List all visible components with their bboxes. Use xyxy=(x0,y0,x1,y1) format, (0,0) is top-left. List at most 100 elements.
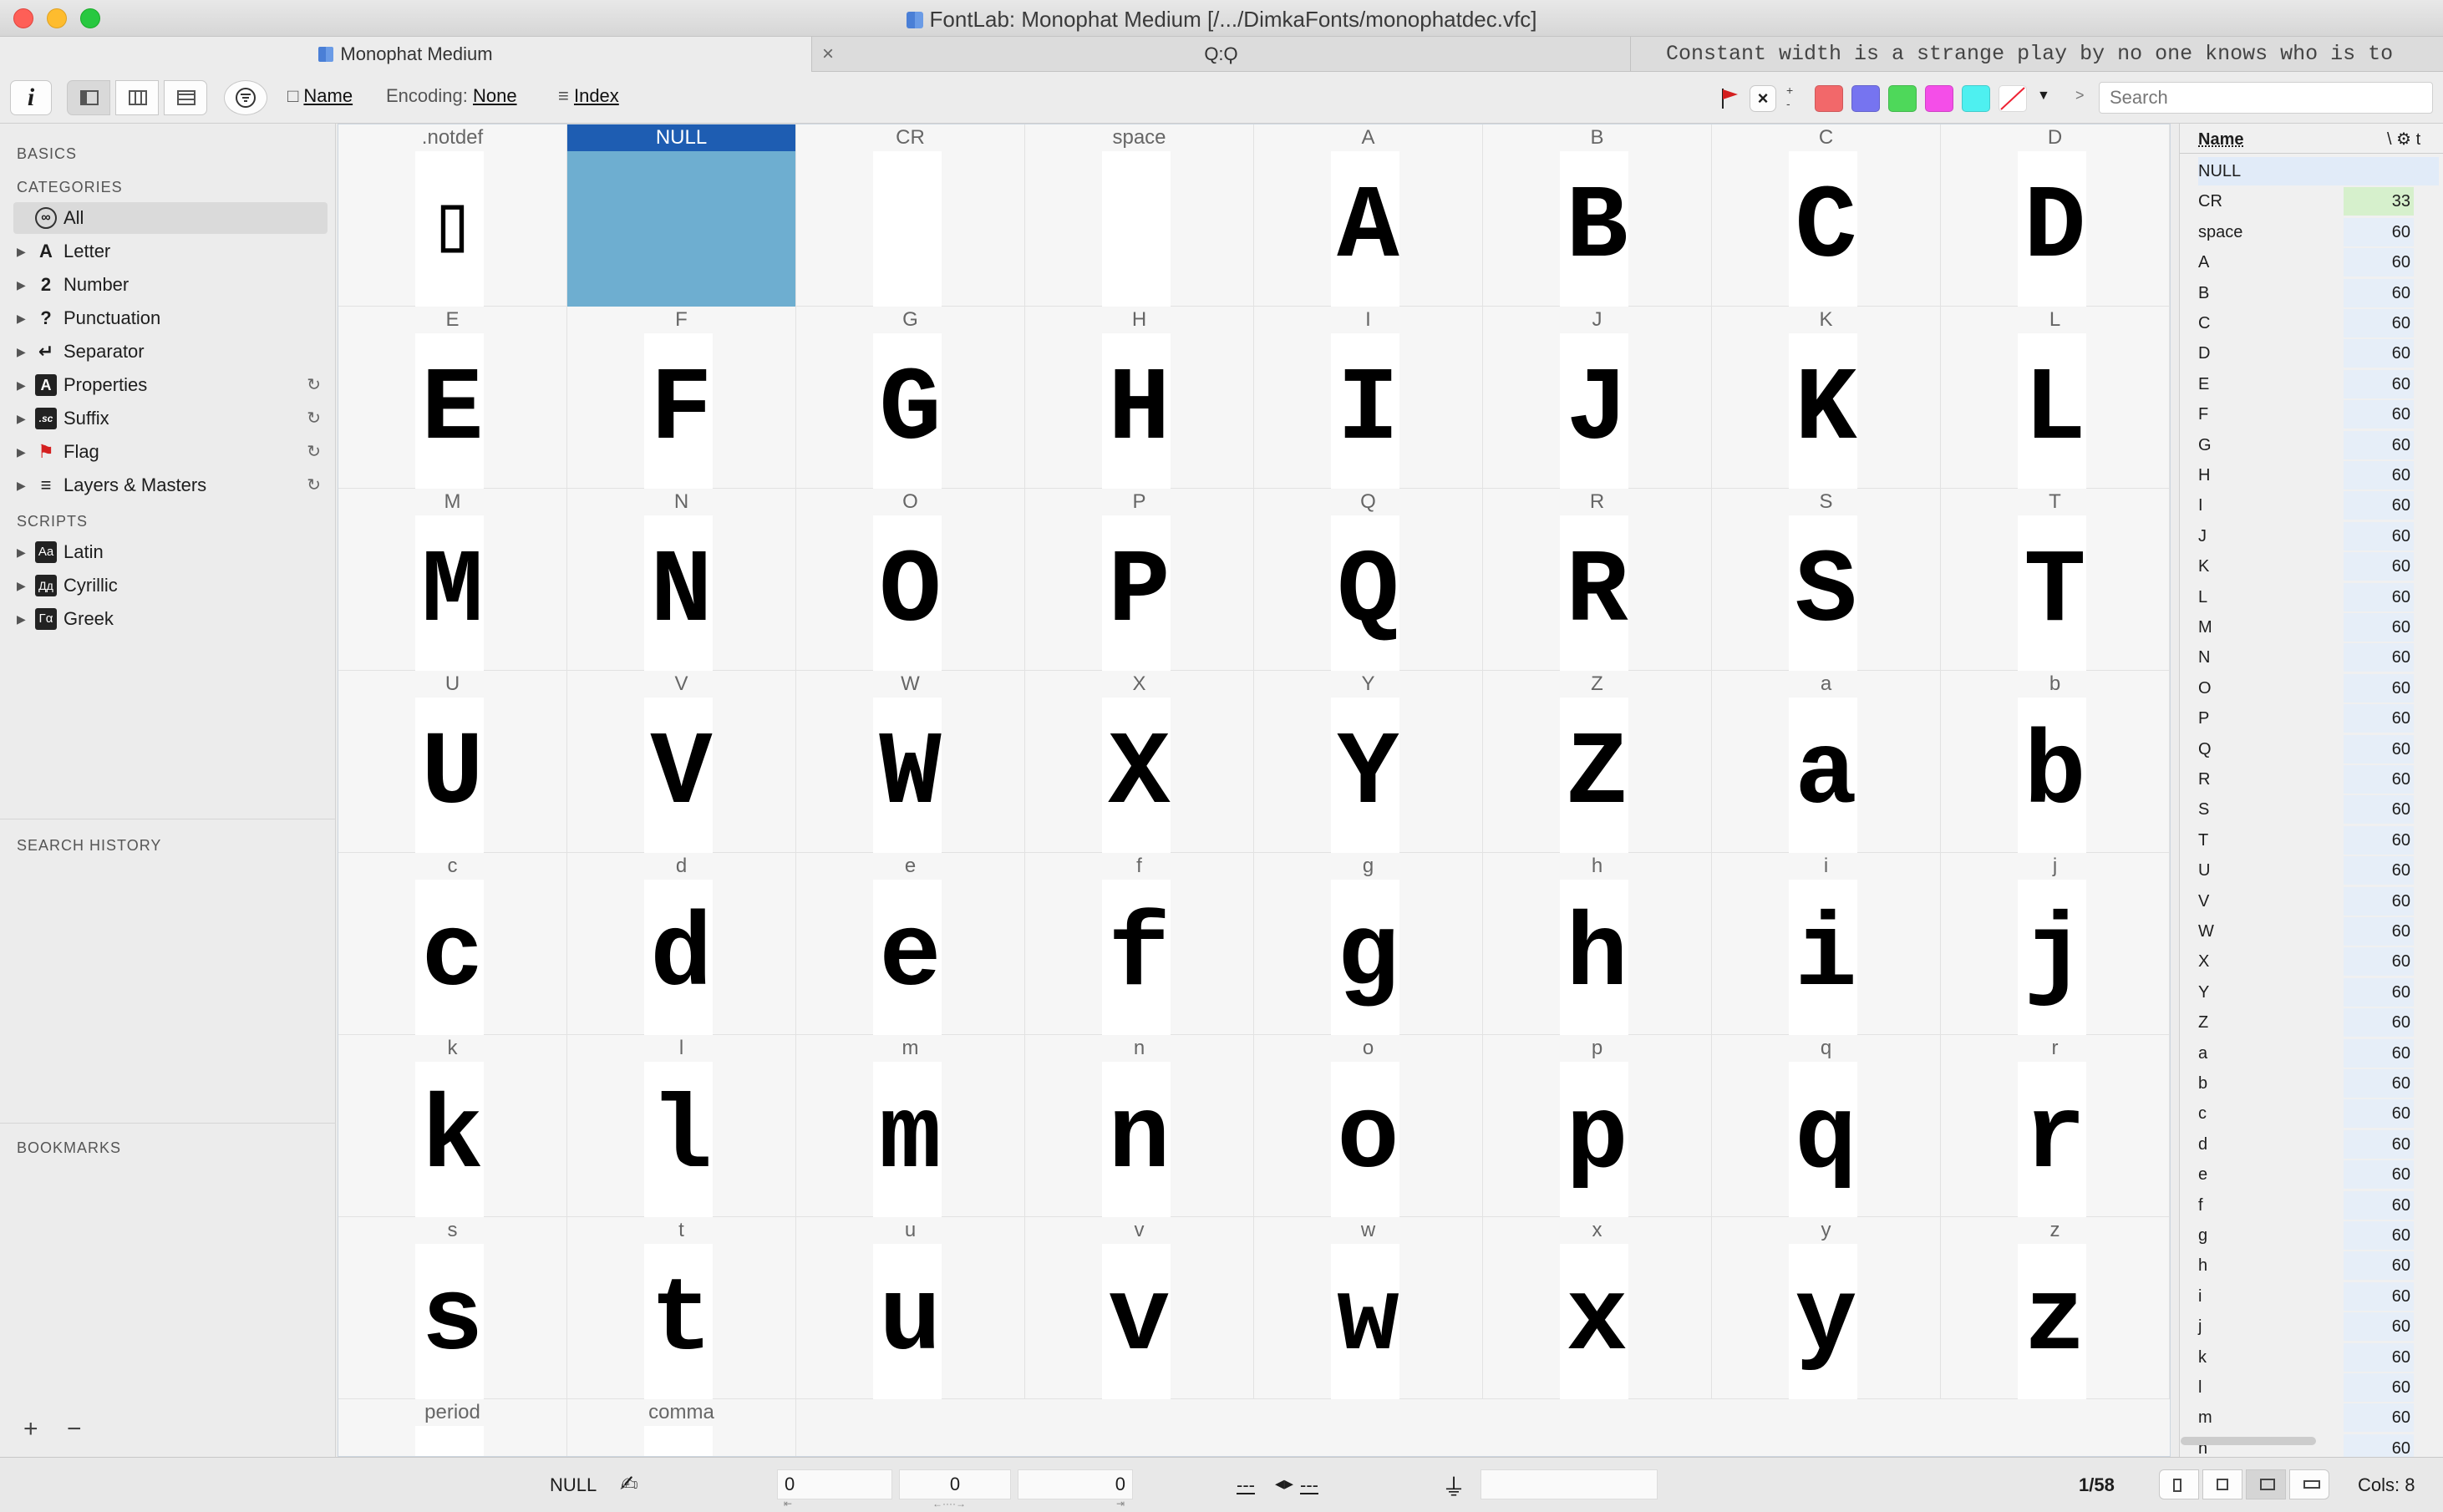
index-sort-selector[interactable]: ≡ Index xyxy=(558,85,619,107)
glyph-list-row[interactable]: P 60 xyxy=(2198,704,2439,733)
disclosure-triangle-icon[interactable]: ▶ xyxy=(17,436,26,468)
glyph-list-row[interactable]: e 60 xyxy=(2198,1160,2439,1190)
glyph-list-row[interactable]: Y 60 xyxy=(2198,977,2439,1007)
glyph-cell[interactable]: UU xyxy=(338,671,567,853)
columns-count[interactable]: Cols: 8 xyxy=(2358,1474,2415,1496)
mark-stepper[interactable]: + - xyxy=(1786,84,1793,110)
disclosure-triangle-icon[interactable]: ▶ xyxy=(17,369,26,401)
glyph-cell[interactable]: OO xyxy=(796,489,1025,671)
glyph-cell[interactable]: ll xyxy=(567,1035,796,1217)
filter-button[interactable] xyxy=(224,80,267,115)
glyph-cell[interactable]: oo xyxy=(1254,1035,1483,1217)
glyph-cell[interactable]: hh xyxy=(1483,853,1712,1035)
glyph-list-row[interactable]: A 60 xyxy=(2198,248,2439,277)
glyph-cell[interactable]: II xyxy=(1254,307,1483,489)
glyph-cell[interactable]: EE xyxy=(338,307,567,489)
glyph-cell[interactable]: dd xyxy=(567,853,796,1035)
mark-magenta-swatch[interactable] xyxy=(1925,85,1953,112)
glyph-list-row[interactable]: O 60 xyxy=(2198,673,2439,703)
glyph-cell[interactable]: rr xyxy=(1941,1035,2170,1217)
glyph-cell[interactable]: tt xyxy=(567,1217,796,1399)
disclosure-triangle-icon[interactable]: ▶ xyxy=(17,469,26,501)
glyph-cell[interactable]: vv xyxy=(1025,1217,1254,1399)
glyph-list-row[interactable]: K 60 xyxy=(2198,552,2439,581)
tab-text-preview[interactable]: Constant width is a strange play by no o… xyxy=(1631,37,2443,72)
glyph-cell[interactable]: GG xyxy=(796,307,1025,489)
glyph-cell[interactable]: aa xyxy=(1712,671,1941,853)
glyph-list-row[interactable]: m 60 xyxy=(2198,1403,2439,1433)
glyph-cell[interactable]: FF xyxy=(567,307,796,489)
glyph-list-row[interactable]: CR 33 xyxy=(2198,187,2439,216)
glyph-cell[interactable]: ww xyxy=(1254,1217,1483,1399)
sidebar-item-suffix[interactable]: ▶ .sc Suffix ↻ xyxy=(13,403,328,434)
glyph-cell[interactable]: jj xyxy=(1941,853,2170,1035)
sidebar-item-flag[interactable]: ▶ ⚑ Flag ↻ xyxy=(13,436,328,468)
encoding-selector[interactable]: Encoding: None xyxy=(386,85,517,107)
glyph-cell[interactable]: uu xyxy=(796,1217,1025,1399)
glyph-cell[interactable]: VV xyxy=(567,671,796,853)
note-field[interactable] xyxy=(1481,1469,1658,1499)
glyph-list-row[interactable]: R 60 xyxy=(2198,765,2439,794)
close-tab-icon[interactable]: × xyxy=(822,37,834,72)
glyph-list-row[interactable]: E 60 xyxy=(2198,369,2439,398)
glyph-list-row[interactable]: G 60 xyxy=(2198,430,2439,459)
glyph-cell[interactable]: HH xyxy=(1025,307,1254,489)
glyph-cell[interactable]: zz xyxy=(1941,1217,2170,1399)
glyph-list-row[interactable]: i 60 xyxy=(2198,1281,2439,1311)
glyph-list-row[interactable]: Q 60 xyxy=(2198,734,2439,764)
sidebar-item-layers-masters[interactable]: ▶ ≡ Layers & Masters ↻ xyxy=(13,469,328,501)
edit-glyph-icon[interactable]: ✍ xyxy=(620,1471,638,1497)
disclosure-triangle-icon[interactable]: ▶ xyxy=(17,269,26,301)
glyph-cell[interactable]: period xyxy=(338,1399,567,1456)
glyph-cell[interactable]: RR xyxy=(1483,489,1712,671)
cell-size-large-button[interactable] xyxy=(2246,1469,2286,1499)
mark-none-swatch[interactable] xyxy=(1999,85,2027,112)
more-chevron-icon[interactable]: > xyxy=(2075,87,2085,104)
glyph-list-row[interactable]: C 60 xyxy=(2198,309,2439,337)
cell-size-small-button[interactable] xyxy=(2159,1469,2199,1499)
glyph-list-row[interactable]: V 60 xyxy=(2198,886,2439,916)
glyph-cell[interactable]: TT xyxy=(1941,489,2170,671)
reset-icon[interactable]: ↻ xyxy=(307,436,321,468)
cell-size-medium-button[interactable] xyxy=(2202,1469,2242,1499)
glyph-cell[interactable]: pp xyxy=(1483,1035,1712,1217)
glyph-cell[interactable]: xx xyxy=(1483,1217,1712,1399)
search-input[interactable]: Search xyxy=(2099,82,2433,114)
glyph-cell[interactable]: PP xyxy=(1025,489,1254,671)
glyph-cell[interactable]: ee xyxy=(796,853,1025,1035)
glyph-cell[interactable]: MM xyxy=(338,489,567,671)
glyph-cell[interactable]: cc xyxy=(338,853,567,1035)
sidebar-item-greek[interactable]: ▶ Γα Greek xyxy=(13,603,328,635)
sidebar-item-latin[interactable]: ▶ Aa Latin xyxy=(13,536,328,568)
grid-view-button[interactable] xyxy=(115,80,159,115)
glyph-cell[interactable]: comma xyxy=(567,1399,796,1456)
glyph-grid[interactable]: .notdef ▯ NULL CR space A A B B C C D D E E F F G G H H I I J J K… xyxy=(338,124,2171,1457)
glyph-list-row[interactable]: T 60 xyxy=(2198,825,2439,855)
glyph-list-row[interactable]: g 60 xyxy=(2198,1221,2439,1250)
tab-query[interactable]: × Q:Ϙ xyxy=(812,37,1631,72)
glyph-cell[interactable]: CR xyxy=(796,124,1025,307)
glyph-list-row[interactable]: l 60 xyxy=(2198,1373,2439,1402)
left-sidebearing-field[interactable]: 0 xyxy=(777,1469,892,1499)
glyph-cell[interactable]: ss xyxy=(338,1217,567,1399)
glyph-cell[interactable]: ZZ xyxy=(1483,671,1712,853)
stamp-icon[interactable]: ⏚ xyxy=(1442,1469,1465,1503)
glyph-list-row[interactable]: NULL xyxy=(2198,157,2439,185)
reset-icon[interactable]: ↻ xyxy=(307,469,321,501)
mark-dropdown-chevron-icon[interactable]: ▼ xyxy=(2037,89,2050,104)
mark-blue-swatch[interactable] xyxy=(1851,85,1880,112)
disclosure-triangle-icon[interactable]: ▶ xyxy=(17,403,26,434)
sidebar-item-separator[interactable]: ▶ ↵ Separator xyxy=(13,336,328,368)
tab-font-window[interactable]: Monophat Medium xyxy=(0,37,812,72)
clear-mark-button[interactable]: × xyxy=(1750,85,1776,112)
glyph-list-row[interactable]: D 60 xyxy=(2198,339,2439,368)
disclosure-triangle-icon[interactable]: ▶ xyxy=(17,236,26,267)
glyph-cell[interactable]: NULL xyxy=(567,124,796,307)
disclosure-triangle-icon[interactable]: ▶ xyxy=(17,336,26,368)
glyph-cell[interactable]: DD xyxy=(1941,124,2170,307)
glyph-cell[interactable]: mm xyxy=(796,1035,1025,1217)
sidebar-item-punctuation[interactable]: ▶ ? Punctuation xyxy=(13,302,328,334)
glyph-list-row[interactable]: W 60 xyxy=(2198,917,2439,946)
glyph-cell[interactable]: qq xyxy=(1712,1035,1941,1217)
sidebar-item-cyrillic[interactable]: ▶ Дд Cyrillic xyxy=(13,570,328,601)
